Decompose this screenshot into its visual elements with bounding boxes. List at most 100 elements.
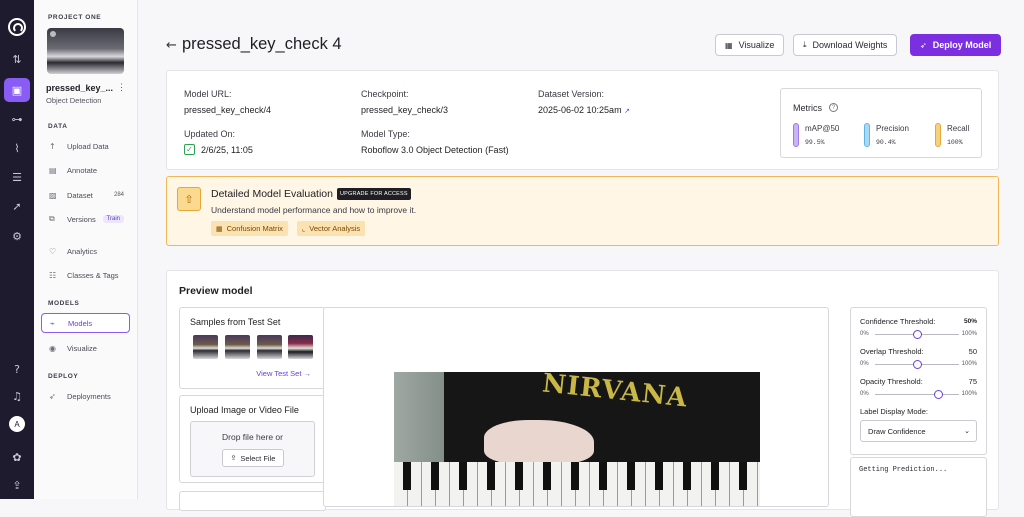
sample-thumbnail[interactable] xyxy=(288,335,313,359)
checkpoint-label: Checkpoint: xyxy=(361,89,409,99)
upload-icon: ⇪ xyxy=(230,454,237,462)
app-rail: ⇅ ▣ ⊶ ⌇ ☰ ➚ ⚙ ? ♫ A ✿ ⇪ xyxy=(0,0,34,499)
confidence-label: Confidence Threshold: xyxy=(860,317,936,326)
sample-thumbnail[interactable] xyxy=(257,335,282,359)
overlap-max: 100% xyxy=(961,361,977,367)
map-color-bar xyxy=(793,123,799,147)
confusion-matrix-chip[interactable]: ▦ Confusion Matrix xyxy=(211,221,288,236)
select-file-button[interactable]: ⇪ Select File xyxy=(222,449,284,467)
sidebar-item-dataset[interactable]: ▨ Dataset 284 xyxy=(41,185,130,205)
settings-icon[interactable]: ⚙ xyxy=(6,225,28,247)
sidebar-item-annotate[interactable]: ▤ Annotate xyxy=(41,160,130,180)
overlap-slider-handle[interactable] xyxy=(913,360,922,369)
image-icon: ▨ xyxy=(49,190,57,200)
updated-value: 2/6/25, 11:05 xyxy=(201,145,253,155)
view-test-set-link[interactable]: View Test Set → xyxy=(256,369,311,378)
sidebar-item-classes-tags[interactable]: ☷ Classes & Tags xyxy=(41,265,130,285)
project-label: PROJECT ONE xyxy=(48,14,102,21)
datasets-icon[interactable]: ☰ xyxy=(6,166,28,188)
precision-value: 90.4% xyxy=(876,139,896,146)
download-weights-button[interactable]: ⤓ Download Weights xyxy=(793,34,898,56)
opacity-max: 100% xyxy=(961,391,977,397)
confidence-slider[interactable] xyxy=(875,330,959,339)
prediction-canvas: NIRVANA xyxy=(323,307,829,507)
updated-label: Updated On: xyxy=(184,129,236,139)
upgrade-tag[interactable]: UPGRADE FOR ACCESS xyxy=(337,188,411,200)
annotate-icon: ▤ xyxy=(49,165,57,175)
sidebar-item-analytics[interactable]: ♡ Analytics xyxy=(41,241,130,261)
vector-analysis-chip[interactable]: ⌞ Vector Analysis xyxy=(297,221,366,236)
upload-arrow-icon: ↑ xyxy=(49,141,56,151)
project-name[interactable]: pressed_key_... xyxy=(46,83,113,93)
list-icon: ☷ xyxy=(49,270,57,280)
project-thumbnail[interactable] xyxy=(47,28,124,74)
grid-icon: ▦ xyxy=(216,224,223,233)
back-arrow-icon[interactable]: ← xyxy=(166,38,177,53)
sample-thumbnail[interactable] xyxy=(193,335,218,359)
sidebar-item-versions[interactable]: ⧉ Versions Train xyxy=(41,209,130,229)
dataset-version-link[interactable]: 2025-06-02 10:25am ↗ xyxy=(538,105,630,115)
sidebar-item-models[interactable]: ⌁ Models xyxy=(41,313,130,333)
external-link-icon: ↗ xyxy=(624,107,630,115)
preview-title: Preview model xyxy=(179,285,253,297)
section-data: DATA xyxy=(48,123,68,130)
overlap-min: 0% xyxy=(860,361,869,367)
train-pill: Train xyxy=(102,215,124,223)
prediction-status: Getting Prediction... xyxy=(859,466,948,474)
download-icon: ⤓ xyxy=(803,40,807,49)
analytics-icon[interactable]: ⌇ xyxy=(6,137,28,159)
notifications-icon[interactable]: ♫ xyxy=(6,385,28,407)
evaluation-banner: ⇧ Detailed Model Evaluation UPGRADE FOR … xyxy=(166,176,999,246)
rocket-icon: ➶ xyxy=(49,391,56,401)
drop-text: Drop file here or xyxy=(222,432,283,442)
sidebar-item-upload-data[interactable]: ↑ Upload Data xyxy=(41,136,130,156)
upload-icon[interactable]: ⇪ xyxy=(6,474,28,496)
user-avatar[interactable]: A xyxy=(9,416,25,432)
transfer-icon[interactable]: ⇅ xyxy=(6,48,28,70)
recall-label: Recall xyxy=(947,124,970,133)
main-content: ← pressed_key_check 4 ▦ Visualize ⤓ Downlo… xyxy=(138,0,1024,517)
rocket-icon: ➶ xyxy=(920,40,927,50)
confidence-slider-handle[interactable] xyxy=(913,330,922,339)
overlap-value: 50 xyxy=(968,347,977,356)
deploy-model-button[interactable]: ➶ Deploy Model xyxy=(910,34,1002,56)
projects-icon[interactable]: ▣ xyxy=(4,78,30,102)
deploy-icon[interactable]: ➚ xyxy=(6,195,28,217)
eye-icon: ◉ xyxy=(49,343,56,353)
precision-color-bar xyxy=(864,123,870,147)
overlap-slider[interactable] xyxy=(875,360,959,369)
opacity-slider[interactable] xyxy=(875,390,959,399)
models-icon: ⌁ xyxy=(50,318,55,328)
upload-title: Upload Image or Video File xyxy=(190,405,299,415)
drop-zone[interactable]: Drop file here or ⇪ Select File xyxy=(190,421,315,477)
model-type-label: Model Type: xyxy=(361,129,410,139)
page-title: pressed_key_check 4 xyxy=(182,35,342,53)
samples-box: Samples from Test Set View Test Set → xyxy=(179,307,326,389)
project-type: Object Detection xyxy=(46,96,102,105)
confidence-value: 50% xyxy=(963,318,977,325)
model-type-value: Roboflow 3.0 Object Detection (Fast) xyxy=(361,145,509,155)
community-icon[interactable]: ✿ xyxy=(6,446,28,468)
label-mode-select[interactable]: Draw Confidence ⌄ xyxy=(860,420,977,442)
sidebar-item-visualize[interactable]: ◉ Visualize xyxy=(41,338,130,358)
metrics-panel: Metrics ? mAP@50 99.5% Precision 90.4% R… xyxy=(780,88,982,158)
sample-thumbnail[interactable] xyxy=(225,335,250,359)
info-icon[interactable]: ? xyxy=(829,103,838,112)
project-menu-icon[interactable]: ⋮ xyxy=(117,82,126,93)
roboflow-logo-icon[interactable] xyxy=(8,18,26,36)
preview-image: NIRVANA xyxy=(394,372,760,506)
recall-color-bar xyxy=(935,123,941,147)
confidence-max: 100% xyxy=(961,331,977,337)
heart-icon: ♡ xyxy=(49,246,57,256)
sidebar-item-deployments[interactable]: ➶ Deployments xyxy=(41,386,130,406)
workflows-icon[interactable]: ⊶ xyxy=(6,108,28,130)
opacity-slider-handle[interactable] xyxy=(934,390,943,399)
opacity-value: 75 xyxy=(968,377,977,386)
preview-panel: Preview model Samples from Test Set View… xyxy=(166,270,999,517)
opacity-min: 0% xyxy=(860,391,869,397)
model-url-label: Model URL: xyxy=(184,89,232,99)
visualize-button[interactable]: ▦ Visualize xyxy=(715,34,785,56)
help-icon[interactable]: ? xyxy=(6,358,28,380)
checkpoint-value: pressed_key_check/3 xyxy=(361,105,449,115)
dataset-version-label: Dataset Version: xyxy=(538,89,605,99)
